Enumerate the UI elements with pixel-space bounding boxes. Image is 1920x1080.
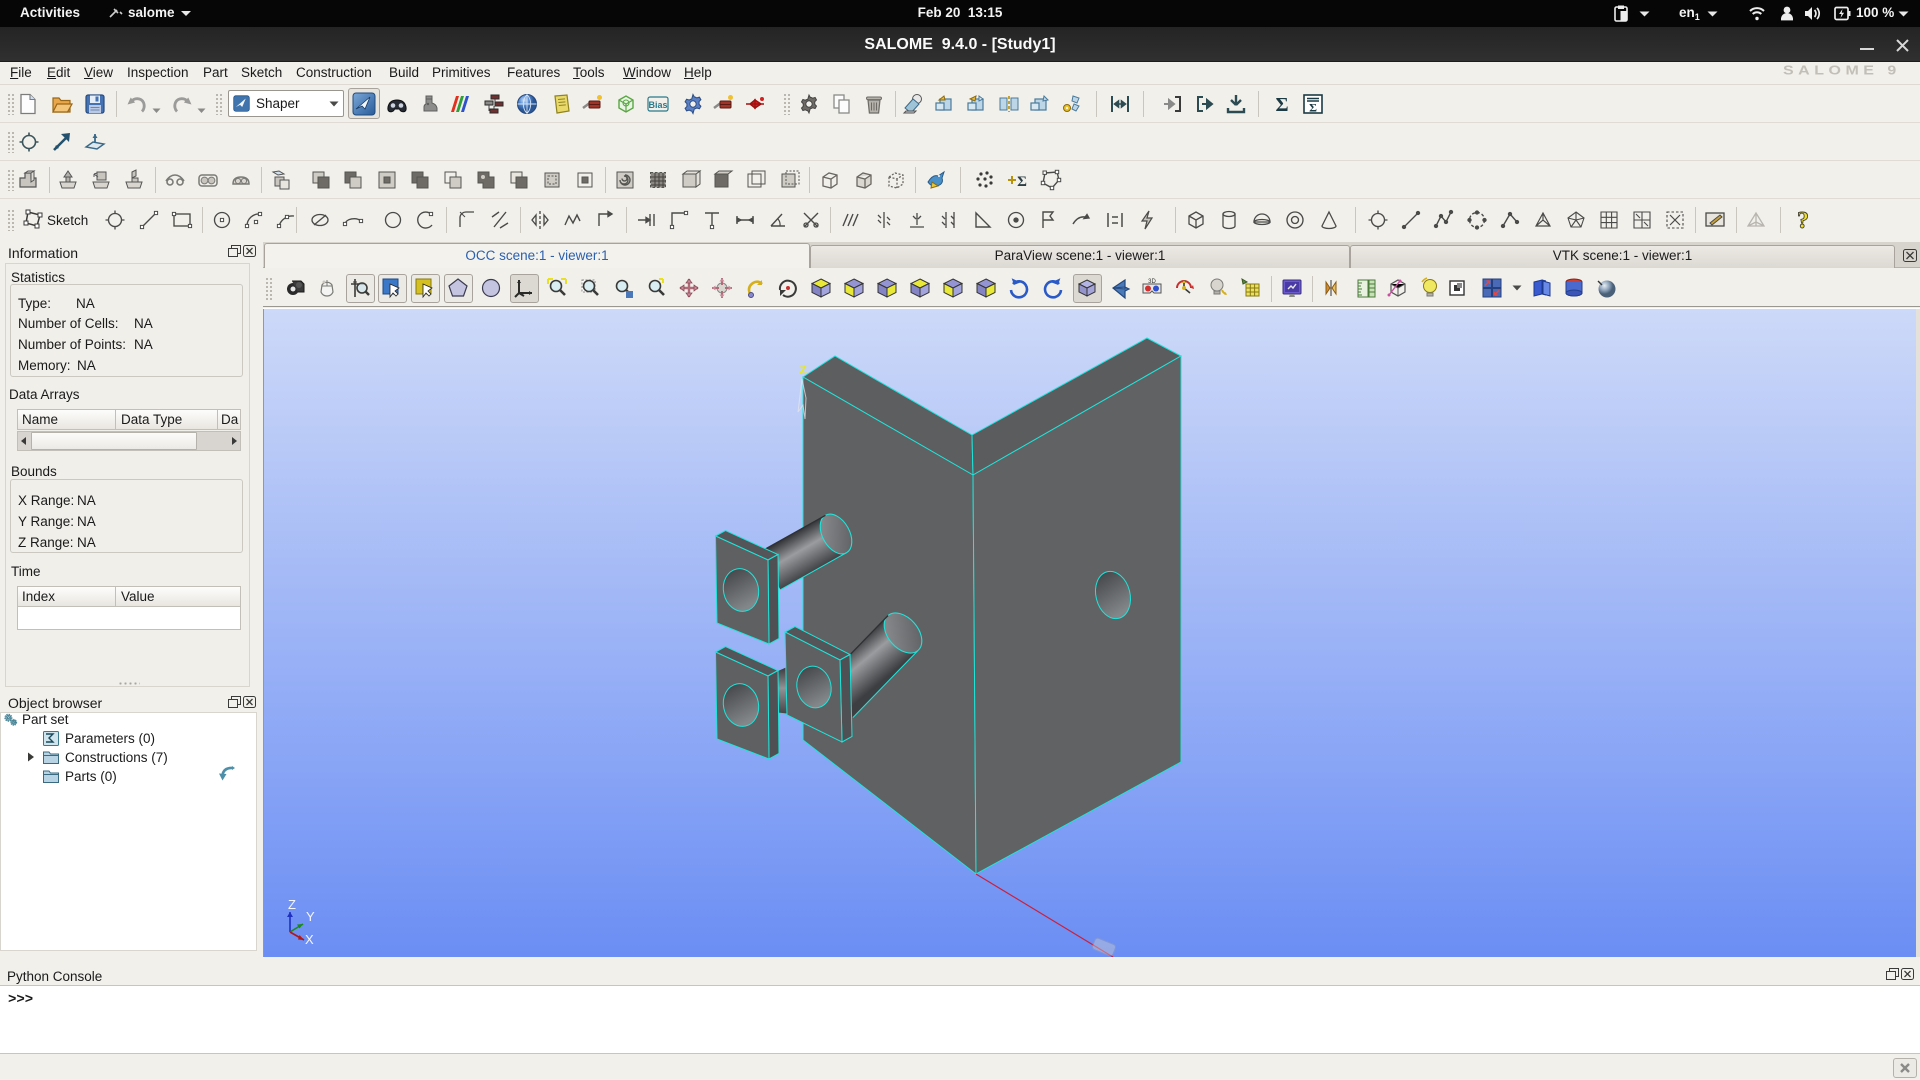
svg-text:Z: Z: [799, 362, 807, 377]
svg-text:Σ: Σ: [1309, 101, 1317, 115]
svg-text:3D: 3D: [1148, 279, 1156, 285]
svg-text:Bias: Bias: [648, 100, 667, 110]
svg-text:Y: Y: [306, 909, 315, 924]
svg-text:X: X: [305, 932, 314, 947]
svg-text:?: ?: [1797, 208, 1809, 232]
svg-text:Σ: Σ: [1275, 94, 1288, 116]
svg-text:Σ: Σ: [1017, 174, 1027, 190]
svg-text:Z: Z: [288, 897, 296, 912]
